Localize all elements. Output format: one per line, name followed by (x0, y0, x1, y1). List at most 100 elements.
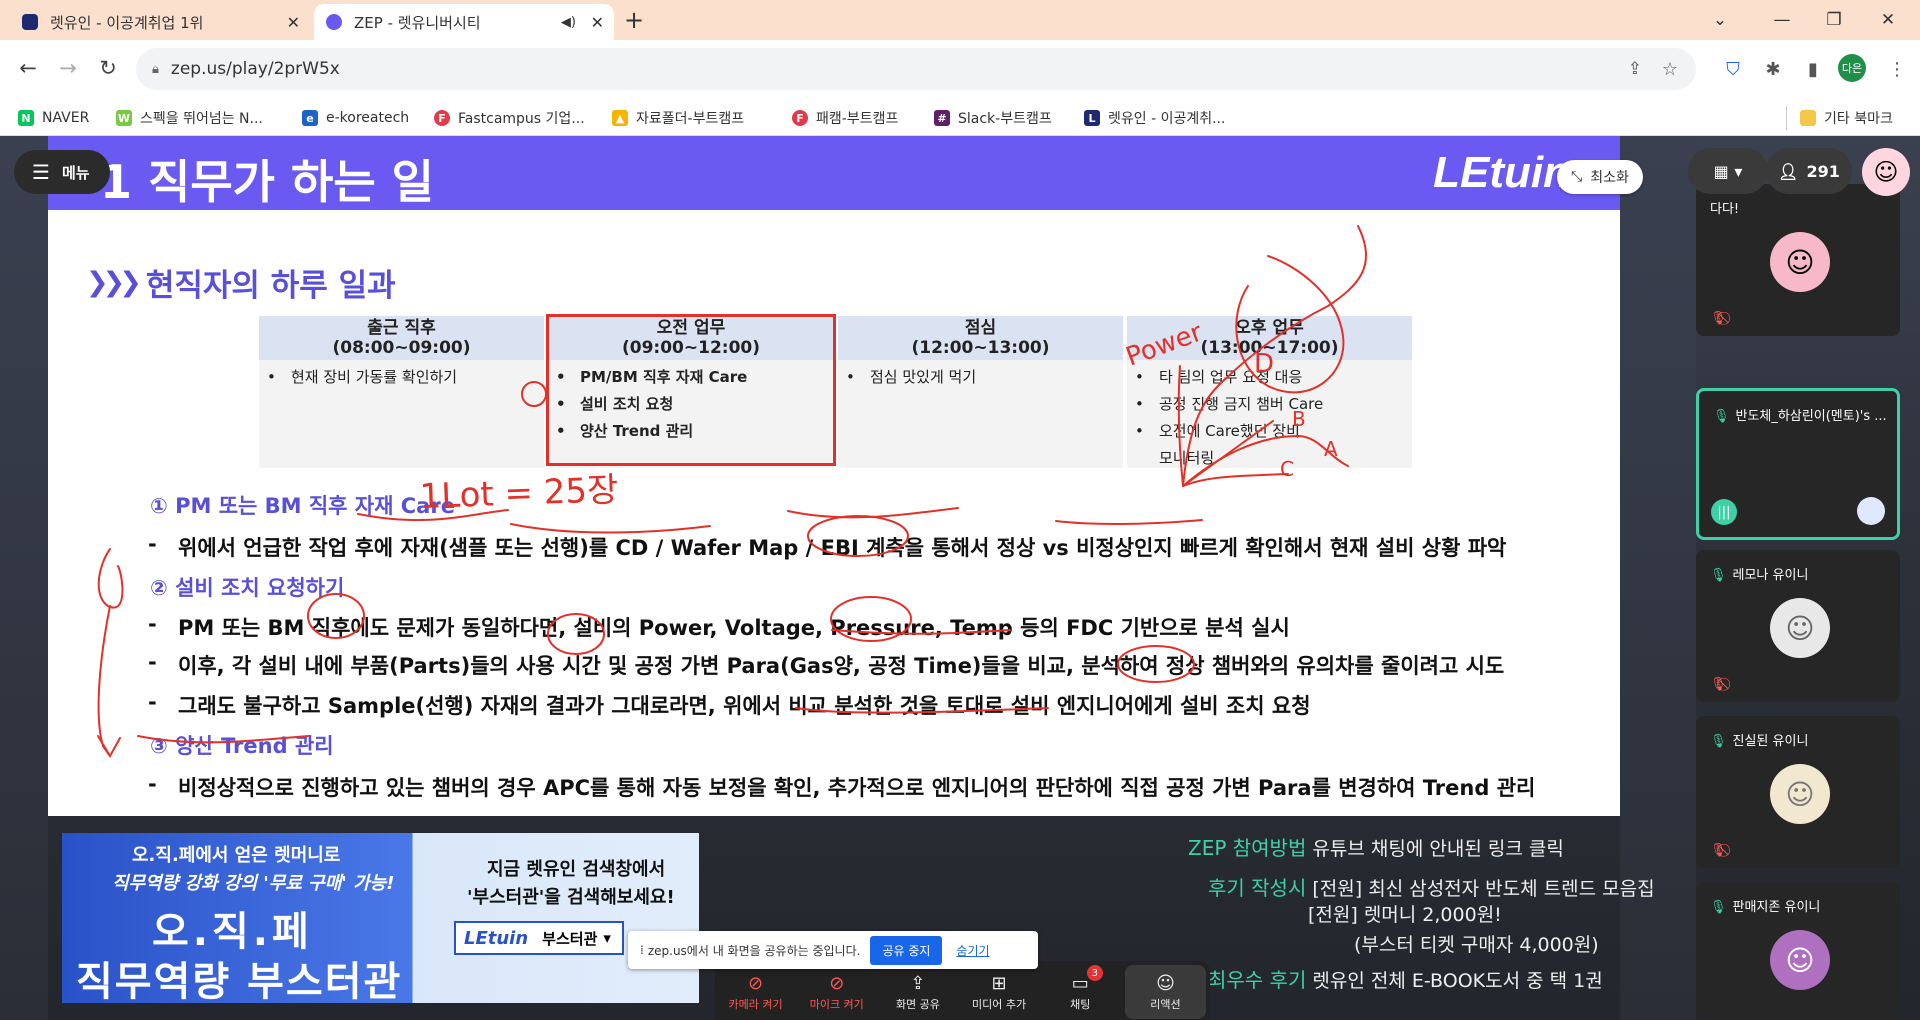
mic-on-icon: 🎙︎ (1710, 900, 1727, 915)
ink-circle (1117, 645, 1195, 683)
star-icon[interactable]: ☆ (1662, 59, 1678, 80)
ink-circle (307, 593, 365, 639)
drag-handle-icon[interactable]: ⁞ (640, 943, 644, 957)
mic-off-icon: ⊘ (829, 972, 845, 994)
bookmark-koreatech[interactable]: e e-koreatech (302, 106, 409, 130)
kebab-menu-icon[interactable]: ⋮ (1880, 52, 1914, 86)
mic-on-icon: 🎙︎ (1710, 734, 1727, 749)
bookmark-label: 자료폴더-부트캠프 (636, 111, 745, 127)
reaction-button[interactable]: ☺ 리액션 (1124, 965, 1207, 1019)
ink-circle (547, 613, 605, 655)
bookmark-label: Fastcampus 기업... (458, 111, 585, 127)
mic-on-icon: 🎙︎ (1710, 568, 1727, 583)
dock-label: 마이크 켜기 (809, 997, 864, 1011)
screen-share-notice: ⁞ zep.us에서 내 화면을 공유하는 중입니다. 공유 중지 숨기기 (628, 931, 1038, 969)
ink-stroke (510, 523, 711, 534)
banner-line: 오.직.페에서 얻은 렛머니로 (132, 845, 341, 866)
hamburger-icon: ☰ (32, 160, 50, 184)
ink-stroke (97, 548, 124, 609)
bookmark-label: NAVER (42, 110, 90, 126)
participant-name: 🎙︎ 판매지존 유이니 (1710, 900, 1821, 915)
bookmark-label: Slack-부트캠프 (958, 111, 1052, 127)
banner-right-line: '부스터관'을 검색해보세요! (467, 887, 675, 908)
video-card[interactable]: 🎙︎ 진실된 유이니 ☺ 🎙︎⃠ (1696, 716, 1900, 868)
profile-avatar[interactable]: 다은 (1838, 54, 1866, 82)
banner-right-line: 지금 렛유인 검색창에서 (487, 859, 666, 880)
camera-toggle-button[interactable]: ⊘ 카메라 켜기 (715, 961, 796, 1020)
character-icon: ☺ (1785, 943, 1815, 977)
promo-line: ZEP 참여방법 유튜브 채팅에 안내된 링크 클릭 (1188, 836, 1564, 860)
bottom-control-dock: ⊘ 카메라 켜기 ⊘ 마이크 켜기 ⇪ 화면 공유 ⊞ 미디어 추가 ▭ 채팅 … (715, 961, 1210, 1020)
participant-name: 다다! (1710, 202, 1740, 217)
bookmark-letuin[interactable]: L 렛유인 - 이공계취... (1084, 106, 1225, 130)
forward-button[interactable]: → (50, 50, 86, 86)
koreatech-icon: e (302, 110, 318, 126)
ink-stroke (1182, 225, 1368, 487)
close-icon[interactable]: ✕ (287, 13, 300, 32)
bookmarks-bar: N NAVER W 스펙을 뛰어넘는 N... e e-koreatech F … (0, 100, 1920, 136)
restore-window-button[interactable]: ❐ (1806, 0, 1862, 40)
video-card[interactable]: 🎙︎ 레모나 유이니 ☺ 🎙︎⃠ (1696, 550, 1900, 702)
address-bar[interactable]: 🔒︎ zep.us/play/2prW5x ⇪ ☆ (136, 48, 1696, 90)
tab-letuin[interactable]: 렛유인 - 이공계취업 1위 ✕ (10, 4, 310, 40)
ink-a-annotation: A (1324, 437, 1338, 461)
speaker-icon[interactable]: ◀) (561, 15, 576, 30)
bookmark-fastcampus-bootcamp[interactable]: F 패캠-부트캠프 (792, 106, 898, 130)
tab-search-icon[interactable]: ⌄ (1692, 0, 1748, 40)
ink-d-annotation: D (1254, 349, 1274, 379)
close-window-button[interactable]: ✕ (1860, 0, 1916, 40)
handwriting-annotations: 1Lot = 25장 Power D B A C (97, 225, 1368, 758)
participants-button[interactable]: 👤︎ 291 (1766, 148, 1852, 194)
shrink-icon: ⤡ (1571, 169, 1583, 185)
close-icon[interactable]: ✕ (591, 13, 604, 32)
bookmark-slack[interactable]: # Slack-부트캠프 (934, 106, 1052, 130)
ink-stroke (137, 735, 309, 744)
layout-toggle-button[interactable]: ▦ ▾ (1688, 148, 1768, 194)
video-card-active-speaker[interactable]: 🎙︎ 반도체_하삼린이(멘토)'s ... ||| (1696, 388, 1900, 540)
stop-sharing-button[interactable]: 공유 중지 (870, 935, 943, 965)
lock-icon: 🔒︎ (152, 61, 159, 77)
promo-banner[interactable]: 오.직.페에서 얻은 렛머니로 직무역량 강화 강의 '무료 구매' 가능! 오… (62, 833, 699, 1003)
bookmark-spec[interactable]: W 스펙을 뛰어넘는 N... (116, 106, 263, 130)
tab-zep[interactable]: ZEP - 렛유니버시티 ◀) ✕ (314, 4, 614, 40)
ink-b-annotation: B (1292, 407, 1306, 431)
bookmark-other-folder[interactable]: 기타 북마크 (1800, 106, 1893, 130)
layout-grid-icon: ▦ ▾ (1713, 161, 1743, 181)
screen-share-icon: ⇪ (910, 972, 926, 994)
share-icon[interactable]: ⇪ (1628, 59, 1642, 79)
folder-icon (1800, 110, 1816, 126)
naver-icon: N (18, 110, 34, 126)
chat-unread-badge: 3 (1086, 965, 1103, 981)
share-notice-text: zep.us에서 내 화면을 공유하는 중입니다. (647, 943, 861, 958)
screen-share-button[interactable]: ⇪ 화면 공유 (877, 961, 958, 1020)
promo-line: (부스터 티켓 구매자 4,000원) (1354, 934, 1599, 956)
extensions-puzzle-icon[interactable]: ✱ (1756, 52, 1790, 86)
people-icon: 👤︎ (1778, 161, 1799, 181)
chat-button[interactable]: ▭ 채팅 3 (1040, 961, 1121, 1020)
bookmark-drive[interactable]: ▲ 자료폴더-부트캠프 (612, 106, 744, 130)
add-media-button[interactable]: ⊞ 미디어 추가 (959, 961, 1040, 1020)
ink-circle (807, 515, 909, 557)
new-tab-button[interactable]: + (624, 6, 644, 34)
extension-shield-icon[interactable]: ⛉ (1716, 52, 1750, 86)
side-panel-icon[interactable]: ▮ (1796, 52, 1830, 86)
video-card[interactable]: 🎙︎ 판매지존 유이니 ☺ (1696, 882, 1900, 1020)
minimize-screen-button[interactable]: ⤡ 최소화 (1557, 160, 1643, 194)
mic-muted-icon: 🎙︎⃠ (1710, 677, 1727, 692)
video-card[interactable]: 다다! ☺ 🎙︎⃠ (1696, 184, 1900, 336)
character-icon: ☺ (1785, 245, 1815, 279)
menu-button[interactable]: ☰ 메뉴 (14, 150, 110, 194)
banner-search-box: LEtuin 부스터관 ▾ (454, 921, 624, 955)
dock-label: 화면 공유 (895, 997, 940, 1011)
bookmark-fastcampus[interactable]: F Fastcampus 기업... (434, 106, 585, 130)
my-avatar[interactable]: ☺ (1862, 148, 1910, 196)
minimize-window-button[interactable]: — (1754, 0, 1810, 40)
hide-notice-link[interactable]: 숨기기 (956, 942, 989, 959)
letuin-logo: LEtuin (464, 927, 529, 949)
dropdown-arrow-icon: ▾ (603, 929, 611, 947)
bookmark-naver[interactable]: N NAVER (18, 106, 89, 130)
reload-button[interactable]: ↻ (90, 50, 126, 86)
fastcampus-icon: F (434, 110, 450, 126)
mic-toggle-button[interactable]: ⊘ 마이크 켜기 (796, 961, 877, 1020)
back-button[interactable]: ← (10, 50, 46, 86)
